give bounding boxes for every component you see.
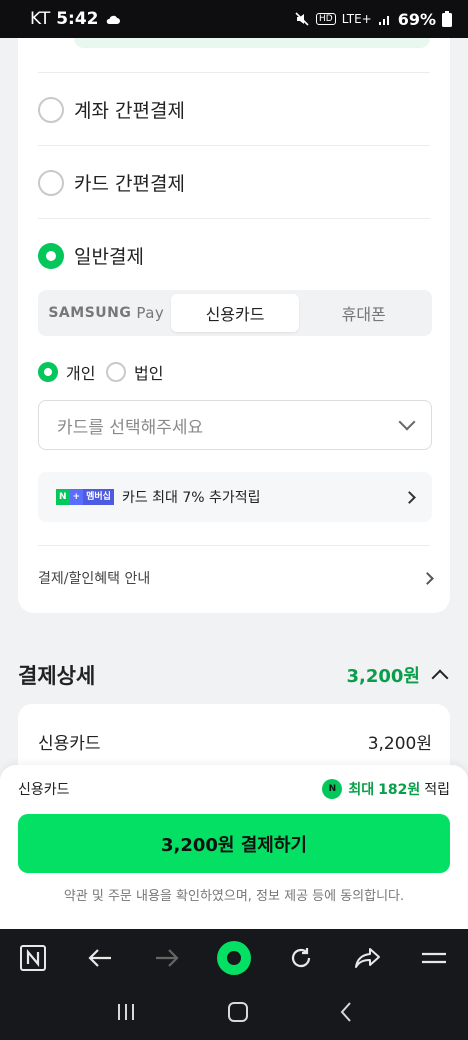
home-icon[interactable]: [227, 1001, 249, 1027]
home-circle-icon[interactable]: [216, 940, 252, 976]
card-select-placeholder: 카드를 선택해주세요: [57, 417, 204, 438]
share-icon[interactable]: [350, 940, 386, 976]
option-personal[interactable]: 개인: [38, 360, 95, 384]
option-account-easy-pay[interactable]: 계좌 간편결제: [38, 96, 185, 123]
selected-method: 신용카드: [18, 782, 70, 798]
system-nav-bar: [0, 987, 468, 1040]
naver-points-icon: N: [322, 779, 343, 799]
payment-detail-header[interactable]: 결제상세 3,200원: [18, 660, 450, 690]
hd-icon: HD: [316, 13, 336, 25]
chevron-down-icon: [398, 413, 416, 431]
carrier-label: KT: [30, 9, 51, 29]
battery-icon: [442, 11, 452, 27]
detail-total-amount: 3,200원: [346, 666, 421, 687]
tab-samsung-pay[interactable]: SAMSUNG Pay: [42, 294, 171, 332]
chevron-up-icon[interactable]: [431, 669, 449, 687]
option-corporate[interactable]: 법인: [106, 360, 163, 384]
chevron-right-icon: [403, 490, 416, 504]
radio-card-easy-pay[interactable]: [38, 169, 64, 196]
option-label: 계좌 간편결제: [74, 100, 185, 122]
highlight-strip: [74, 38, 430, 48]
option-card-easy-pay[interactable]: 카드 간편결제: [38, 169, 185, 196]
back-arrow-icon[interactable]: [82, 940, 118, 976]
tab-mobile-phone[interactable]: 휴대폰: [299, 294, 428, 332]
detail-title: 결제상세: [18, 664, 96, 688]
option-label: 개인: [66, 364, 96, 383]
mute-icon: [295, 12, 309, 26]
info-label: 결제/할인혜택 안내: [38, 571, 151, 587]
divider: [38, 218, 430, 219]
signal-icon: [378, 16, 389, 25]
points-earn-label: 적립: [424, 782, 450, 798]
samsung-logo-text: SAMSUNG: [48, 305, 132, 321]
status-time: 5:42: [56, 9, 99, 29]
option-label: 법인: [134, 364, 164, 383]
payment-method-card: 계좌 간편결제 카드 간편결제 일반결제 SAMSUNG Pay 신용카드 휴대…: [18, 38, 450, 613]
naver-n-icon[interactable]: [15, 940, 51, 976]
pay-text: Pay: [136, 304, 165, 322]
agreement-text: 약관 및 주문 내용을 확인하였으며, 정보 제공 등에 동의합니다.: [63, 889, 405, 904]
recent-apps-icon[interactable]: [115, 1002, 137, 1026]
menu-icon[interactable]: [416, 940, 452, 976]
battery-level: 69%: [397, 9, 436, 29]
radio-corporate[interactable]: [106, 362, 126, 382]
membership-promo-banner[interactable]: N + 멤버십 카드 최대 7% 추가적립: [38, 472, 432, 522]
pay-summary-row: 신용카드 N 최대 182원 적립: [18, 779, 450, 799]
payment-type-tabs: SAMSUNG Pay 신용카드 휴대폰: [38, 290, 432, 336]
radio-general-payment[interactable]: [38, 242, 64, 269]
naver-plus-membership-badge: N + 멤버십: [56, 489, 114, 505]
back-icon[interactable]: [339, 1001, 353, 1027]
option-label: 일반결제: [74, 246, 144, 268]
pay-bottom-sheet: 신용카드 N 최대 182원 적립 3,200원 결제하기 약관 및 주문 내용…: [0, 765, 468, 929]
chevron-right-icon: [421, 571, 434, 585]
refresh-icon[interactable]: [283, 940, 319, 976]
radio-personal[interactable]: [38, 362, 58, 382]
promo-text: 카드 최대 7% 추가적립: [121, 490, 261, 506]
divider: [38, 72, 430, 73]
option-label: 카드 간편결제: [74, 173, 185, 195]
divider: [38, 145, 430, 146]
option-general-payment[interactable]: 일반결제: [38, 242, 144, 269]
points-info: N 최대 182원 적립: [322, 779, 450, 799]
cloud-icon: [106, 15, 120, 24]
detail-row: 신용카드 3,200원: [38, 729, 432, 754]
detail-row-value: 3,200원: [367, 734, 432, 754]
payment-benefit-info-link[interactable]: 결제/할인혜택 안내: [38, 568, 434, 588]
status-bar: KT 5:42 HD LTE+ 69%: [0, 0, 468, 38]
forward-arrow-icon[interactable]: [149, 940, 185, 976]
points-amount: 182원: [378, 782, 421, 798]
network-label: LTE+: [341, 12, 372, 26]
browser-toolbar: [0, 929, 468, 987]
card-select-dropdown[interactable]: 카드를 선택해주세요: [38, 400, 432, 450]
points-max-label: 최대: [348, 782, 375, 798]
tab-credit-card[interactable]: 신용카드: [170, 294, 300, 332]
radio-account-easy-pay[interactable]: [38, 96, 64, 123]
divider: [38, 545, 430, 546]
detail-row-label: 신용카드: [38, 734, 101, 754]
pay-button[interactable]: 3,200원 결제하기: [18, 814, 450, 873]
